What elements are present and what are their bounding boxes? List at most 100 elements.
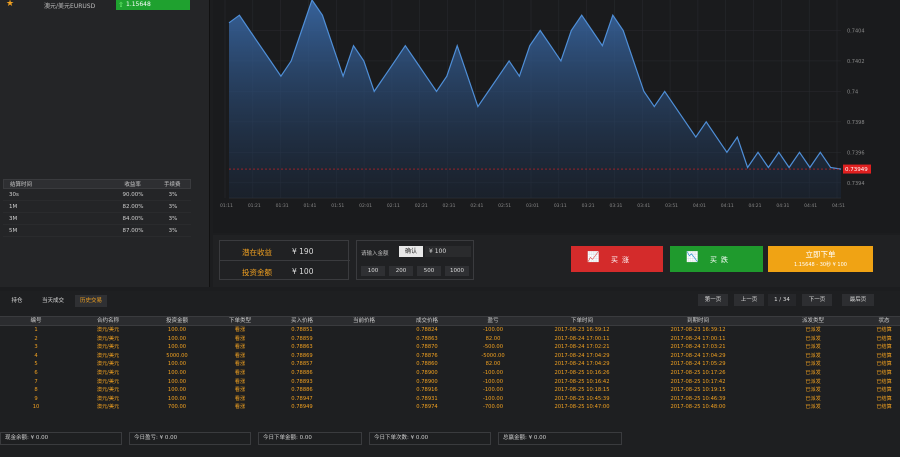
table-row[interactable]: 1 澳元/美元 100.00 看涨 0.78851 0.78824 -100.00 2017-… — [0, 326, 900, 335]
period-time: 3M — [9, 216, 18, 222]
x-tick-label: 03:31 — [609, 203, 622, 209]
table-row[interactable]: 10 澳元/美元 700.00 看涨 0.78949 0.78974 -700.00 2017… — [0, 403, 900, 412]
table-row[interactable]: 4 澳元/美元 5000.00 看涨 0.78869 0.78876 -5000.00 201… — [0, 352, 900, 361]
next-page-button[interactable]: 下一页 — [802, 294, 832, 306]
orders-table: 编号 合约名称 投资金额 下单类型 买入价格 当前价格 成交价格 盈亏 下单时间 到期时间 派发类型… — [0, 316, 900, 412]
buy-price: 0.78851 — [291, 327, 313, 333]
invest-amount: 100.00 — [167, 344, 187, 351]
order-type: 看涨 — [234, 327, 246, 333]
table-row[interactable]: 5 澳元/美元 100.00 看涨 0.78857 0.78860 82.00 2017-08… — [0, 360, 900, 369]
deal-price: 0.78870 — [416, 344, 438, 351]
order-time: 2017-08-25 10:16:42 — [554, 378, 610, 385]
period-header-rate: 收益率 — [124, 182, 141, 188]
order-time: 2017-08-24 17:04:29 — [554, 352, 610, 359]
today-order-amount: 今日下单金额: 0.00 — [258, 432, 362, 445]
invest-value: ¥ 100 — [292, 267, 314, 276]
price-chart-panel: 0.7404 0.7402 0.74 0.7398 0.7396 0.7394 01:11… — [213, 0, 900, 233]
x-tick-label: 03:21 — [582, 203, 595, 209]
last-page-button[interactable]: 最后页 — [842, 294, 874, 306]
current-price — [334, 403, 394, 412]
payout-type: 已派发 — [805, 369, 821, 376]
table-row[interactable]: 6 澳元/美元 100.00 看涨 0.78886 0.78900 -100.00 2017-… — [0, 369, 900, 378]
confirm-button[interactable]: 确认 — [399, 246, 423, 257]
asset-row[interactable]: ★ 澳元/美元EURUSD ⇧ 1.15648 — [0, 0, 210, 10]
x-tick-label: 04:21 — [749, 203, 762, 209]
period-table: 结算时间 收益率 手续费 30s 90.00% 3% 1M 82.00% 3% … — [3, 179, 191, 237]
buy-price: 0.78863 — [291, 344, 313, 351]
invest-amount: 5000.00 — [166, 352, 188, 359]
y-tick-label: 0.7394 — [847, 181, 865, 187]
invest-amount: 100.00 — [167, 369, 187, 376]
x-tick-label: 03:01 — [526, 203, 539, 209]
quick-amount-button[interactable]: 1000 — [445, 266, 469, 276]
invest-amount: 100.00 — [167, 378, 187, 385]
x-tick-label: 02:41 — [470, 203, 483, 209]
order-time: 2017-08-24 17:02:21 — [554, 344, 610, 351]
x-tick-label: 04:11 — [721, 203, 734, 209]
stats-box: 潜在收益 ¥ 190 投资金额 ¥ 100 — [219, 240, 350, 281]
order-type: 看涨 — [234, 344, 246, 351]
x-tick-label: 03:41 — [637, 203, 650, 209]
profit-loss: -5000.00 — [481, 352, 505, 359]
profit-loss: -500.00 — [482, 344, 504, 351]
order-id: 7 — [34, 378, 38, 385]
contract-name: 澳元/美元 — [96, 387, 120, 394]
table-row[interactable]: 7 澳元/美元 100.00 看涨 0.78893 0.78900 -100.00 2017-… — [0, 378, 900, 387]
status: 已结算 — [876, 369, 892, 376]
header-payout-type: 派发类型 — [801, 318, 824, 324]
table-row[interactable]: 8 澳元/美元 100.00 看涨 0.78886 0.78916 -100.00 2017-… — [0, 386, 900, 395]
page-indicator: 1 / 34 — [768, 294, 796, 306]
potential-row: 潜在收益 ¥ 190 — [220, 241, 350, 261]
order-id: 1 — [34, 327, 38, 333]
tab-today[interactable]: 当天成交 — [35, 295, 71, 307]
status: 已结算 — [876, 387, 892, 394]
current-price — [334, 335, 394, 344]
price-up-arrow-icon: ⇧ — [118, 1, 124, 9]
buy-up-button[interactable]: 📈 买涨 — [571, 246, 663, 272]
star-icon[interactable]: ★ — [6, 0, 14, 9]
current-price — [334, 326, 394, 335]
place-order-button[interactable]: 立即下单 1.15648 - 30秒 ¥ 100 — [768, 246, 873, 272]
period-row[interactable]: 3M 84.00% 3% — [3, 213, 191, 225]
amount-input[interactable]: ¥ 100 — [425, 246, 471, 257]
x-tick-label: 04:31 — [776, 203, 789, 209]
tab-history[interactable]: 历史交易 — [75, 295, 107, 307]
prev-page-button[interactable]: 上一页 — [734, 294, 764, 306]
cash-balance: 现金余额: ¥ 0.00 — [0, 432, 122, 445]
quick-amount-button[interactable]: 500 — [417, 266, 441, 276]
today-order-count: 今日下单次数: ¥ 0.00 — [369, 432, 491, 445]
x-tick-label: 01:11 — [220, 203, 233, 209]
table-row[interactable]: 9 澳元/美元 100.00 看涨 0.78947 0.78931 -100.00 2017-… — [0, 395, 900, 404]
table-row[interactable]: 3 澳元/美元 100.00 看涨 0.78863 0.78870 -500.00 2017-… — [0, 343, 900, 352]
expire-time: 2017-08-24 17:03:21 — [670, 344, 726, 351]
quick-amount-button[interactable]: 100 — [361, 266, 385, 276]
tab-positions[interactable]: 持仓 — [3, 295, 31, 307]
header-order-type: 下单类型 — [228, 318, 251, 324]
left-panel: ★ 澳元/美元EURUSD ⇧ 1.15648 结算时间 收益率 手续费 30s… — [0, 0, 210, 287]
period-fee: 3% — [168, 228, 178, 234]
invest-label: 投资金额 — [242, 268, 272, 277]
table-row[interactable]: 2 澳元/美元 100.00 看涨 0.78859 0.78863 82.00 2017-08… — [0, 335, 900, 344]
x-tick-label: 01:51 — [331, 203, 344, 209]
quick-amount-button[interactable]: 200 — [389, 266, 413, 276]
order-type: 看涨 — [234, 352, 246, 359]
payout-type: 已派发 — [805, 327, 821, 333]
invest-row: 投资金额 ¥ 100 — [220, 261, 350, 281]
current-price — [334, 369, 394, 378]
period-row[interactable]: 5M 87.00% 3% — [3, 225, 191, 237]
header-buy-price: 买入价格 — [290, 318, 313, 324]
period-row[interactable]: 1M 82.00% 3% — [3, 201, 191, 213]
current-price — [334, 378, 394, 387]
buy-price: 0.78859 — [291, 335, 313, 342]
period-row[interactable]: 30s 90.00% 3% — [3, 189, 191, 201]
order-time: 2017-08-24 17:00:11 — [554, 335, 610, 342]
x-tick-label: 01:21 — [248, 203, 261, 209]
period-rate: 82.00% — [122, 204, 144, 210]
header-invest-amount: 投资金额 — [165, 318, 188, 324]
y-tick-label: 0.7404 — [847, 28, 865, 34]
buy-down-button[interactable]: 📉 买跌 — [670, 246, 763, 272]
deal-price: 0.78900 — [416, 378, 438, 385]
first-page-button[interactable]: 第一页 — [698, 294, 728, 306]
order-type: 看涨 — [234, 361, 246, 368]
x-tick-label: 04:01 — [693, 203, 706, 209]
